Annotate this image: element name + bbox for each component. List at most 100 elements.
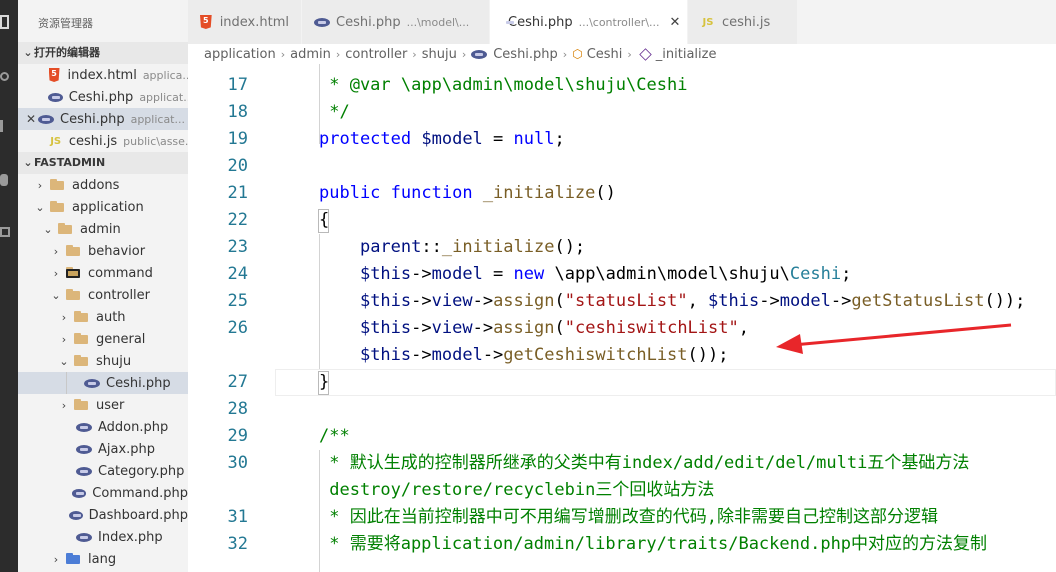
php-file-icon [314,17,330,27]
lang-folder-icon [66,553,82,565]
code-token: ; [554,129,565,149]
activity-bar [0,0,18,572]
tree-folder-application[interactable]: ⌄ application [18,196,188,218]
code-line: * 需要将application/admin/library/traits/Ba… [319,531,987,558]
tab-ceshi-js[interactable]: JS ceshi.js [688,0,798,44]
code-token: public [319,183,381,203]
code-token: assign [493,318,555,338]
tree-folder-auth[interactable]: › auth [18,306,188,328]
js-file-icon: JS [50,135,62,147]
tree-file-index-php[interactable]: Index.php [18,526,188,548]
php-file-icon [48,92,63,102]
breadcrumb-item[interactable]: admin [290,47,331,62]
close-icon[interactable]: ✕ [18,112,36,126]
code-token: getCeshiswitchList [503,345,688,365]
breadcrumb-item[interactable]: Ceshi.php [493,47,558,62]
folder-open-icon [58,223,74,235]
code-token: "statusList" [564,291,688,311]
code-token: * 默认生成的控制器所继承的父类中有index/add/edit/del/mul… [319,453,970,473]
code-token: assign [493,291,555,311]
method-icon [639,47,652,61]
php-file-icon [76,532,92,542]
chevron-right-icon: › [280,47,286,61]
code-token: model [779,291,831,311]
close-icon[interactable]: ✕ [669,15,680,30]
chevron-down-icon: ⌄ [43,222,53,236]
tree-folder-shuju[interactable]: ⌄ shuju [18,350,188,372]
chevron-down-icon: ⌄ [23,156,33,169]
code-editor[interactable]: 17 18 19 20 21 22 23 24 25 26 27 28 29 3… [188,64,1056,572]
line-number: 29 [227,426,248,446]
line-number: 27 [227,372,248,392]
line-number: 21 [227,183,248,203]
breadcrumb-item[interactable]: shuju [422,47,457,62]
tree-folder-general[interactable]: › general [18,328,188,350]
php-file-icon [71,488,87,498]
code-token: view [431,318,473,338]
tree-file-command-php[interactable]: Command.php [18,482,188,504]
tree-folder-addons[interactable]: › addons [18,174,188,196]
tree-file-dashboard-php[interactable]: Dashboard.php [18,504,188,526]
folder-icon [74,399,90,411]
tree-folder-controller[interactable]: ⌄ controller [18,284,188,306]
chevron-right-icon: › [461,47,467,61]
tree-folder-user[interactable]: › user [18,394,188,416]
search-icon[interactable] [0,62,18,90]
code-token: view [431,291,473,311]
code-token: -> [472,318,494,338]
chevron-down-icon: ⌄ [59,354,69,368]
code-token: /** [319,426,350,446]
php-file-icon [76,422,92,432]
breadcrumb-item[interactable]: _initialize [656,47,717,62]
tab-index-html[interactable]: 5 index.html [188,0,302,44]
chevron-down-icon: ⌄ [35,200,45,214]
code-line: $this->view->assign("ceshiswitchList", [319,315,749,342]
open-editor-item[interactable]: JS ceshi.js public\asse... [18,130,188,152]
code-token: -> [411,318,432,338]
open-editor-item-active[interactable]: ✕ Ceshi.php applicat... [18,108,188,130]
html-file-icon: 5 [200,15,212,29]
tree-file-category-php[interactable]: Category.php [18,460,188,482]
breadcrumb-item[interactable]: Ceshi [587,47,623,62]
code-token: Ceshi [789,264,842,284]
arrow-shaft [792,323,1012,347]
php-file-icon [76,466,92,476]
line-number: 23 [227,237,248,257]
tab-ceshi-php-model[interactable]: Ceshi.php ...\model\... [302,0,490,44]
folder-icon [74,333,90,345]
tree-folder-command[interactable]: › command [18,262,188,284]
code-token: "ceshiswitchList" [564,318,739,338]
open-editor-item[interactable]: Ceshi.php applicat... [18,86,188,108]
line-number: 18 [227,102,248,122]
open-editors-header[interactable]: ⌄ 打开的编辑器 [18,42,188,64]
project-header[interactable]: ⌄ FASTADMIN [18,152,188,174]
breadcrumb-item[interactable]: application [204,47,276,62]
tree-file-addon-php[interactable]: Addon.php [18,416,188,438]
code-token: () [595,183,616,203]
breadcrumb-item[interactable]: controller [345,47,407,62]
debug-icon[interactable] [0,166,18,194]
folder-icon [66,245,82,257]
source-control-icon[interactable] [0,112,18,140]
php-file-icon [38,114,54,124]
chevron-right-icon: › [37,178,43,192]
line-number: 22 [227,210,248,230]
chevron-down-icon: ⌄ [23,46,33,59]
code-token: -> [411,345,432,365]
line-number-gutter: 17 18 19 20 21 22 23 24 25 26 27 28 29 3… [188,64,275,572]
tree-file-ajax-php[interactable]: Ajax.php [18,438,188,460]
extensions-icon[interactable] [0,218,18,246]
tab-ceshi-php-controller[interactable]: Ceshi.php ...\controller\... ✕ [490,0,688,44]
tree-folder-admin[interactable]: ⌄ admin [18,218,188,240]
command-folder-icon [66,267,82,279]
tree-folder-lang[interactable]: › lang [18,548,188,570]
code-token: function [390,183,473,203]
tree-folder-behavior[interactable]: › behavior [18,240,188,262]
explorer-icon[interactable] [0,8,18,36]
tree-file-ceshi-php[interactable]: Ceshi.php [18,372,188,394]
open-editor-item[interactable]: 5 index.html applica... [18,64,188,86]
code-token: getStatusList [851,291,985,311]
chevron-right-icon: › [562,47,568,61]
